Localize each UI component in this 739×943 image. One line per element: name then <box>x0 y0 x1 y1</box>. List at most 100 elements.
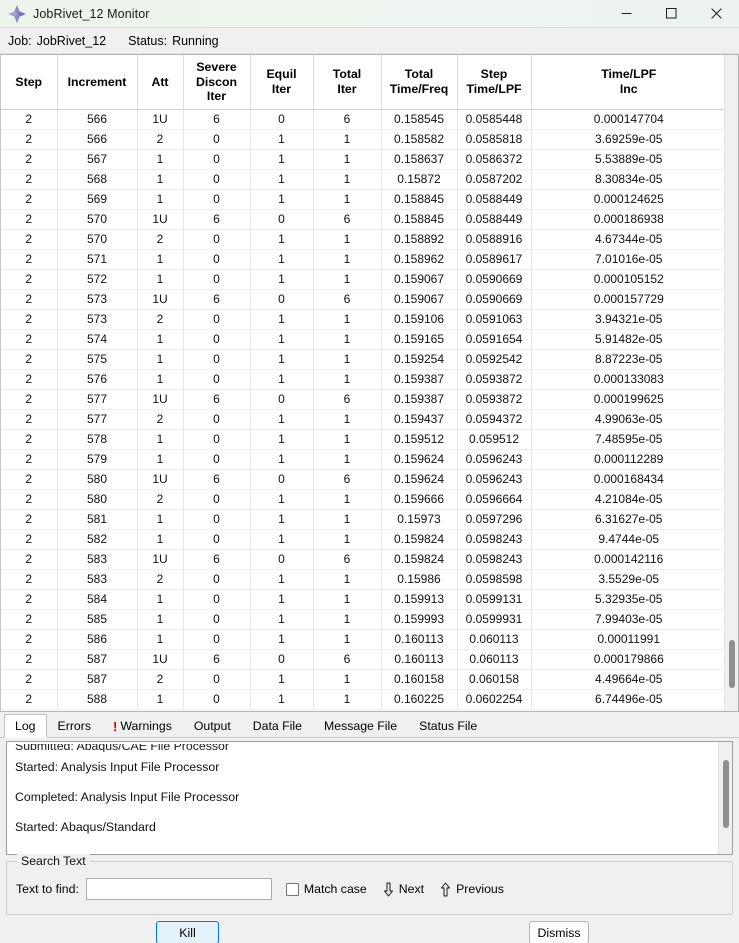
table-cell: 6 <box>183 109 251 130</box>
column-header[interactable]: Total Time/Freq <box>381 55 458 110</box>
tab-output[interactable]: Output <box>182 714 242 737</box>
arrow-up-icon <box>440 882 451 897</box>
column-header[interactable]: Step Time/LPF <box>457 55 532 110</box>
table-cell: 2 <box>1 309 58 330</box>
log-vertical-scrollbar[interactable] <box>718 742 732 854</box>
table-row[interactable]: 2 581 1 0 1 1 0.15973 0.0597296 6.31627e-05 <box>1 509 724 530</box>
kill-button[interactable]: Kill <box>156 921 219 943</box>
table-cell: 0.159824 <box>381 549 458 570</box>
increment-table-scroller[interactable]: Step Increment Att Severe Discon Iter Equil Ite… <box>1 55 724 711</box>
tab-warnings[interactable]: ! Warnings <box>102 714 183 737</box>
table-cell: 2 <box>1 429 58 450</box>
find-next-button[interactable]: Next <box>383 882 424 897</box>
table-cell: 567 <box>57 149 138 170</box>
column-header[interactable]: Increment <box>57 55 138 110</box>
table-row[interactable]: 2 574 1 0 1 1 0.159165 0.0591654 5.91482e-05 <box>1 329 724 350</box>
checkbox-box[interactable] <box>285 882 299 896</box>
tab-label: Output <box>193 719 231 733</box>
table-row[interactable]: 2 570 2 0 1 1 0.158892 0.0588916 4.67344e-05 <box>1 229 724 250</box>
table-cell: 2 <box>1 209 58 230</box>
table-row[interactable]: 2 575 1 0 1 1 0.159254 0.0592542 8.87223e-05 <box>1 349 724 370</box>
table-row[interactable]: 2 566 1U 6 0 6 0.158545 0.0585448 0.000147704 <box>1 109 724 130</box>
table-row[interactable]: 2 576 1 0 1 1 0.159387 0.0593872 0.000133083 <box>1 369 724 390</box>
table-cell: 588 <box>57 689 138 710</box>
tab-message-file[interactable]: Message File <box>312 714 409 737</box>
table-cell: 7.48595e-05 <box>531 429 724 450</box>
table-row[interactable]: 2 577 1U 6 0 6 0.159387 0.0593872 0.000199625 <box>1 389 724 410</box>
table-cell: 0.158845 <box>381 209 458 230</box>
table-cell: 0 <box>250 209 314 230</box>
table-cell: 0.159387 <box>381 389 458 410</box>
table-cell: 3.5529e-05 <box>531 569 724 590</box>
column-header[interactable]: Att <box>137 55 184 110</box>
table-cell: 4.49664e-05 <box>531 669 724 690</box>
table-scrollbar-thumb[interactable] <box>729 640 735 688</box>
table-row[interactable]: 2 582 1 0 1 1 0.159824 0.0598243 9.4744e-05 <box>1 529 724 550</box>
table-row[interactable]: 2 588 1 0 1 1 0.160225 0.0602254 6.74496e-05 <box>1 689 724 710</box>
table-row[interactable]: 2 587 1U 6 0 6 0.160113 0.060113 0.000179866 <box>1 649 724 670</box>
column-header[interactable]: Time/LPF Inc <box>531 55 724 110</box>
table-row[interactable]: 2 583 2 0 1 1 0.15986 0.0598598 3.5529e-05 <box>1 569 724 590</box>
column-header[interactable]: Step <box>1 55 58 110</box>
column-header[interactable]: Severe Discon Iter <box>183 55 251 110</box>
tab-data-file[interactable]: Data File <box>241 714 313 737</box>
table-cell: 2 <box>137 309 184 330</box>
table-row[interactable]: 2 580 1U 6 0 6 0.159624 0.0596243 0.000168434 <box>1 469 724 490</box>
table-cell: 0.158845 <box>381 189 458 210</box>
table-row[interactable]: 2 571 1 0 1 1 0.158962 0.0589617 7.01016e-05 <box>1 249 724 270</box>
table-row[interactable]: 2 586 1 0 1 1 0.160113 0.060113 0.00011991 <box>1 629 724 650</box>
table-cell: 576 <box>57 369 138 390</box>
log-scrollbar-thumb[interactable] <box>723 760 729 828</box>
table-vertical-scrollbar[interactable] <box>724 55 738 711</box>
table-row[interactable]: 2 572 1 0 1 1 0.159067 0.0590669 0.000105152 <box>1 269 724 290</box>
table-cell: 0.158962 <box>381 249 458 270</box>
column-header[interactable]: Total Iter <box>313 55 382 110</box>
table-cell: 8.87223e-05 <box>531 349 724 370</box>
find-previous-button[interactable]: Previous <box>440 882 504 897</box>
table-row[interactable]: 2 567 1 0 1 1 0.158637 0.0586372 5.53889e-05 <box>1 149 724 170</box>
tab-errors[interactable]: Errors <box>46 714 103 737</box>
table-row[interactable]: 2 587 2 0 1 1 0.160158 0.060158 4.49664e-05 <box>1 669 724 690</box>
table-cell: 6 <box>313 109 382 130</box>
close-button[interactable] <box>694 0 739 28</box>
tab-status-file[interactable]: Status File <box>408 714 489 737</box>
increment-table-container: Step Increment Att Severe Discon Iter Equil Ite… <box>0 54 739 712</box>
table-row[interactable]: 2 584 1 0 1 1 0.159913 0.0599131 5.32935e-05 <box>1 589 724 610</box>
table-cell: 0.159824 <box>381 529 458 550</box>
table-row[interactable]: 2 568 1 0 1 1 0.15872 0.0587202 8.30834e-05 <box>1 169 724 190</box>
match-case-checkbox[interactable]: Match case <box>285 882 367 896</box>
table-cell: 569 <box>57 189 138 210</box>
table-row[interactable]: 2 570 1U 6 0 6 0.158845 0.0588449 0.000186938 <box>1 209 724 230</box>
table-cell: 2 <box>1 189 58 210</box>
table-row[interactable]: 2 580 2 0 1 1 0.159666 0.0596664 4.21084e-05 <box>1 489 724 510</box>
maximize-button[interactable] <box>649 0 694 28</box>
table-cell: 0.0593872 <box>457 389 532 410</box>
minimize-button[interactable] <box>604 0 649 28</box>
table-cell: 0.0585448 <box>457 109 532 130</box>
table-row[interactable]: 2 569 1 0 1 1 0.158845 0.0588449 0.000124625 <box>1 189 724 210</box>
table-row[interactable]: 2 577 2 0 1 1 0.159437 0.0594372 4.99063e-05 <box>1 409 724 430</box>
dismiss-button[interactable]: Dismiss <box>529 921 589 943</box>
table-cell: 0.000199625 <box>531 389 724 410</box>
table-cell: 1 <box>313 609 382 630</box>
table-row[interactable]: 2 585 1 0 1 1 0.159993 0.0599931 7.99403e-05 <box>1 609 724 630</box>
table-row[interactable]: 2 573 1U 6 0 6 0.159067 0.0590669 0.000157729 <box>1 289 724 310</box>
table-cell: 0.0598243 <box>457 529 532 550</box>
table-row[interactable]: 2 573 2 0 1 1 0.159106 0.0591063 3.94321e-05 <box>1 309 724 330</box>
table-cell: 1 <box>313 129 382 150</box>
table-cell: 566 <box>57 109 138 130</box>
table-row[interactable]: 2 579 1 0 1 1 0.159624 0.0596243 0.000112289 <box>1 449 724 470</box>
table-row[interactable]: 2 566 2 0 1 1 0.158582 0.0585818 3.69259e-05 <box>1 129 724 150</box>
table-cell: 1 <box>137 609 184 630</box>
table-cell: 6 <box>313 469 382 490</box>
table-cell: 0.159067 <box>381 289 458 310</box>
table-cell: 1 <box>250 269 314 290</box>
table-cell: 1U <box>137 469 184 490</box>
column-header[interactable]: Equil Iter <box>250 55 314 110</box>
log-text-area[interactable]: Submitted: Abaqus/CAE File Processor Sta… <box>7 742 718 854</box>
tab-log[interactable]: Log <box>4 714 47 738</box>
search-input[interactable] <box>85 878 272 900</box>
table-row[interactable]: 2 583 1U 6 0 6 0.159824 0.0598243 0.000142116 <box>1 549 724 570</box>
table-cell: 2 <box>137 569 184 590</box>
table-row[interactable]: 2 578 1 0 1 1 0.159512 0.059512 7.48595e-05 <box>1 429 724 450</box>
